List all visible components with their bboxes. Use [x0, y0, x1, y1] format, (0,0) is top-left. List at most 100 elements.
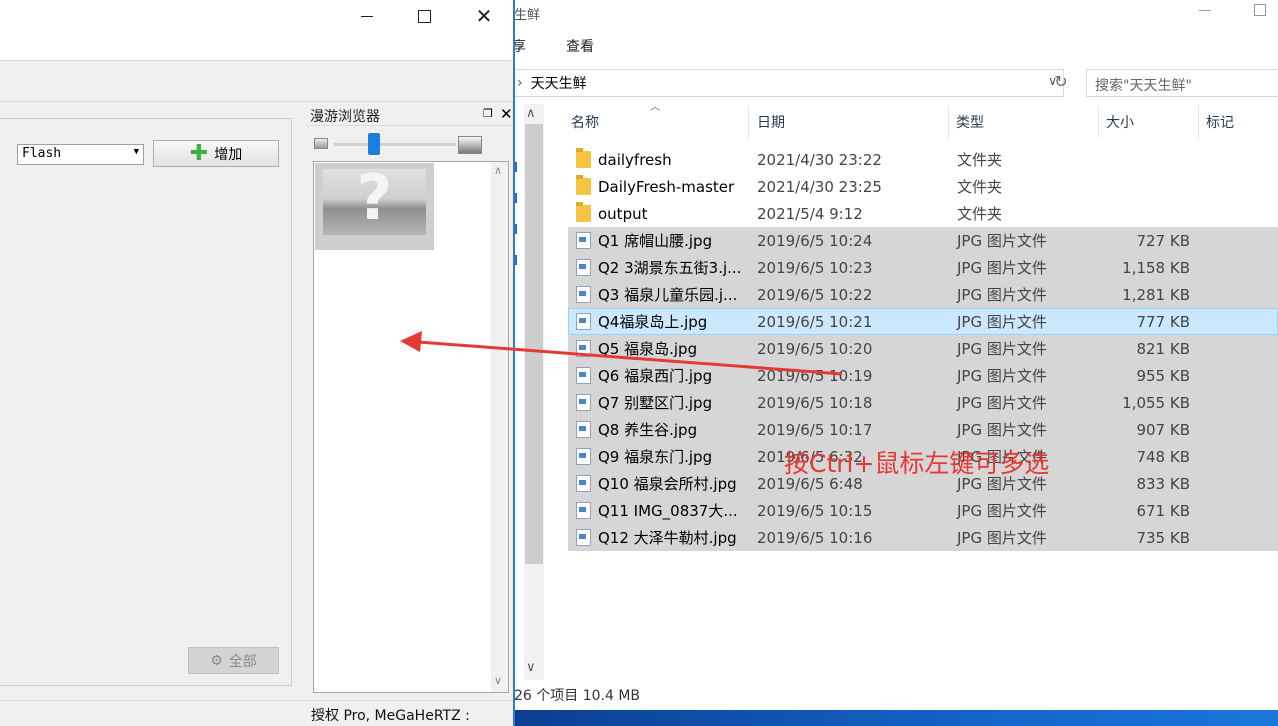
file-type: JPG 图片文件: [957, 232, 1047, 250]
column-divider[interactable]: [1098, 106, 1099, 138]
file-row[interactable]: Q4福泉岛上.jpg 2019/6/5 10:21 JPG 图片文件 777 KB: [568, 308, 1278, 335]
scroll-up-icon[interactable]: ∧: [494, 164, 502, 177]
maximize-icon[interactable]: [410, 6, 440, 28]
file-row[interactable]: Q1 席帽山腰.jpg 2019/6/5 10:24 JPG 图片文件 727 KB: [568, 227, 1278, 254]
zoom-slider-track[interactable]: [334, 143, 456, 146]
file-size: 735 KB: [1136, 528, 1190, 547]
file-row[interactable]: output 2021/5/4 9:12 文件夹: [568, 200, 1278, 227]
file-name: dailyfresh: [598, 150, 672, 169]
file-row[interactable]: Q5 福泉岛.jpg 2019/6/5 10:20 JPG 图片文件 821 KB: [568, 335, 1278, 362]
plus-icon: ✚: [189, 140, 209, 166]
address-path: 天天生鲜: [530, 76, 587, 92]
jpg-file-icon: [576, 286, 591, 303]
thumbnail-panel[interactable]: ? ∧ ∨: [313, 161, 509, 693]
jpg-file-icon: [576, 448, 591, 465]
file-date: 2019/6/5 10:18: [757, 393, 873, 412]
annotation-text: 按Ctrl+鼠标左键可多选: [784, 449, 1050, 478]
file-name: Q9 福泉东门.jpg: [598, 448, 713, 466]
file-name: Q7 别墅区门.jpg: [598, 394, 713, 412]
file-type: JPG 图片文件: [957, 529, 1047, 547]
scroll-up-icon[interactable]: ∧: [526, 106, 536, 121]
file-row[interactable]: Q8 养生谷.jpg 2019/6/5 10:17 JPG 图片文件 907 KB: [568, 416, 1278, 443]
close-icon[interactable]: ✕: [500, 105, 513, 123]
file-type: JPG 图片文件: [957, 286, 1047, 304]
column-divider[interactable]: [1198, 106, 1199, 138]
file-row[interactable]: dailyfresh 2021/4/30 23:22 文件夹: [568, 146, 1278, 173]
add-button[interactable]: ✚ 增加: [153, 140, 279, 167]
file-row[interactable]: Q2 3湖景东五街3.j... 2019/6/5 10:23 JPG 图片文件 1,1…: [568, 254, 1278, 281]
search-input[interactable]: 搜索"天天生鲜": [1086, 69, 1278, 97]
file-size: 727 KB: [1136, 231, 1190, 250]
format-dropdown[interactable]: Flash ▼: [17, 144, 144, 165]
nav-pane-scroll-thumb[interactable]: [525, 124, 543, 564]
file-name: Q11 IMG_0837大...: [598, 502, 738, 520]
file-date: 2019/6/5 10:22: [757, 285, 873, 304]
file-row[interactable]: Q11 IMG_0837大... 2019/6/5 10:15 JPG 图片文件 67…: [568, 497, 1278, 524]
browser-panel-title: 漫游浏览器: [310, 109, 380, 125]
file-list: dailyfresh 2021/4/30 23:22 文件夹 DailyFresh-m…: [568, 146, 1278, 551]
file-type: JPG 图片文件: [957, 502, 1047, 520]
file-date: 2021/5/4 9:12: [757, 204, 863, 223]
format-value: Flash: [22, 146, 62, 161]
settings-frame: [0, 118, 292, 686]
file-size: 1,158 KB: [1122, 258, 1190, 277]
gear-icon: ⚙: [210, 652, 223, 669]
minimize-icon[interactable]: [1196, 0, 1214, 20]
column-divider[interactable]: [948, 106, 949, 138]
question-mark-icon: ?: [356, 161, 393, 234]
scroll-down-icon[interactable]: ∨: [494, 674, 502, 687]
file-row[interactable]: Q7 别墅区门.jpg 2019/6/5 10:18 JPG 图片文件 1,055 K…: [568, 389, 1278, 416]
thumbnail-scrollbar[interactable]: ∧ ∨: [491, 162, 508, 692]
scroll-down-icon[interactable]: ∨: [526, 660, 536, 675]
folder-icon: [576, 175, 591, 195]
jpg-file-icon: [576, 502, 591, 519]
file-type: 文件夹: [957, 151, 1003, 169]
file-explorer-window: 生鲜 享 查看 › 天天生鲜 ∨ ↻ 搜索"天天生鲜" ∧ ∨ ︿ 名称 日期 …: [500, 0, 1278, 726]
file-name: output: [598, 204, 648, 223]
file-type: JPG 图片文件: [957, 259, 1047, 277]
close-icon[interactable]: ✕: [469, 6, 499, 28]
small-thumbnail-icon[interactable]: [314, 138, 328, 149]
column-divider[interactable]: [748, 106, 749, 138]
file-name: Q6 福泉西门.jpg: [598, 367, 713, 385]
jpg-file-icon: [576, 313, 591, 330]
maximize-icon[interactable]: [1254, 4, 1266, 16]
file-type: JPG 图片文件: [957, 340, 1047, 358]
file-size: 1,281 KB: [1122, 285, 1190, 304]
file-size: 748 KB: [1136, 447, 1190, 466]
jpg-file-icon: [576, 232, 591, 249]
dropdown-arrow-icon: ▼: [133, 147, 139, 157]
zoom-slider-row: [306, 128, 513, 160]
zoom-slider-thumb[interactable]: [368, 133, 380, 155]
file-row[interactable]: DailyFresh-master 2021/4/30 23:25 文件夹: [568, 173, 1278, 200]
file-row[interactable]: Q6 福泉西门.jpg 2019/6/5 10:19 JPG 图片文件 955 KB: [568, 362, 1278, 389]
file-type: JPG 图片文件: [957, 367, 1047, 385]
folder-icon: [576, 148, 591, 168]
jpg-file-icon: [576, 529, 591, 546]
file-name: Q8 养生谷.jpg: [598, 421, 698, 439]
file-size: 955 KB: [1136, 366, 1190, 385]
file-row[interactable]: Q12 大泽牛勒村.jpg 2019/6/5 10:16 JPG 图片文件 735 K…: [568, 524, 1278, 551]
minimize-icon[interactable]: [353, 6, 383, 28]
file-type: JPG 图片文件: [957, 394, 1047, 412]
large-thumbnail-icon[interactable]: [458, 136, 482, 154]
app-window: ✕ Flash ▼ ✚ 增加 ⚙ 全部 漫游浏览器 ❐ ✕ ? ∧ ∨ 授权 P…: [0, 0, 515, 726]
all-button[interactable]: ⚙ 全部: [188, 647, 279, 674]
file-row[interactable]: Q3 福泉儿童乐园.j... 2019/6/5 10:22 JPG 图片文件 1,28…: [568, 281, 1278, 308]
thumbnail-item[interactable]: ?: [315, 161, 434, 250]
license-text: 授权 Pro, MeGaHeRTZ :: [311, 708, 470, 724]
column-header-date[interactable]: 日期: [757, 104, 785, 140]
jpg-file-icon: [576, 421, 591, 438]
column-header-name[interactable]: 名称: [571, 104, 599, 140]
restore-icon[interactable]: ❐: [483, 107, 493, 120]
column-header-size[interactable]: 大小: [1106, 104, 1134, 140]
menu-view[interactable]: 查看: [566, 36, 594, 56]
jpg-file-icon: [576, 259, 591, 276]
file-name: Q5 福泉岛.jpg: [598, 340, 698, 358]
refresh-icon[interactable]: ↻: [1050, 72, 1072, 94]
column-header-tags[interactable]: 标记: [1206, 104, 1234, 140]
address-bar[interactable]: › 天天生鲜 ∨: [512, 69, 1064, 97]
column-header-type[interactable]: 类型: [956, 104, 984, 140]
jpg-file-icon: [576, 394, 591, 411]
file-type: 文件夹: [957, 178, 1003, 196]
